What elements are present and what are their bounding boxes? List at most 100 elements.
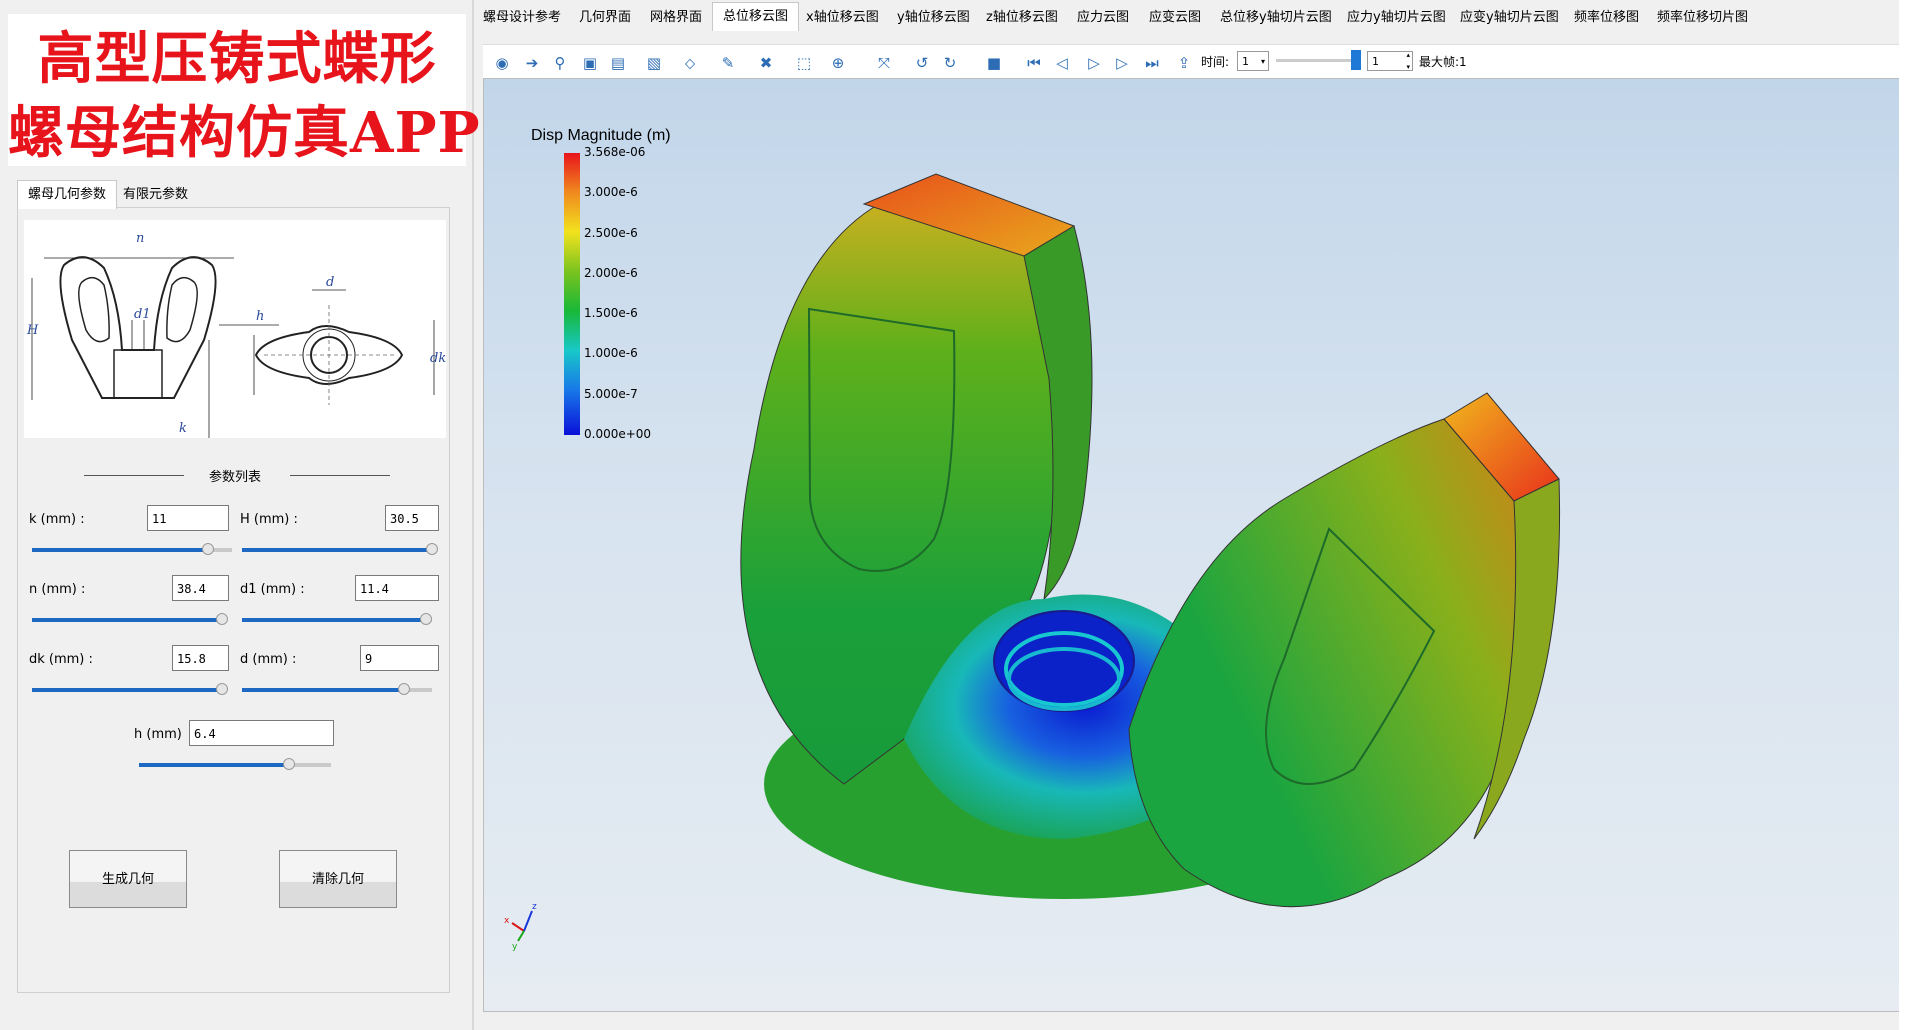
spin-arrows-icon[interactable]: ▴ ▾: [1406, 49, 1410, 73]
render-viewport[interactable]: Disp Magnitude (m) x z y 3.568e-06 3.000e…: [483, 78, 1903, 1012]
play-icon[interactable]: ▷: [1083, 53, 1105, 73]
tab-top-2[interactable]: 网格界面: [650, 4, 702, 32]
param-dk-slider[interactable]: [32, 683, 228, 695]
params-section-title: 参数列表: [80, 466, 390, 485]
last-frame-icon[interactable]: ⏭: [1141, 53, 1163, 73]
param-d1-input[interactable]: 11.4: [355, 575, 439, 601]
param-k-label: k (mm) :: [29, 512, 85, 527]
wing-nut-diagram: n H d1 k h d dk: [24, 220, 446, 440]
tab-top-7[interactable]: 应力云图: [1077, 4, 1129, 32]
legend-tick-2: 2.500e-6: [584, 225, 638, 240]
viewer-toolbar: ◉ ➔ ⚲ ▣ ▤ ▧ ⬦ ✎ ✖ ⬚ ⊕ ⤧ ↺ ↻ ■ ⏮ ◁ ▷ ▷ ⏭ ⇪ 时间: 1 ▾ 1 ▴ ▾ 最大帧:1: [483, 44, 1903, 79]
first-frame-icon[interactable]: ⏮: [1023, 53, 1045, 73]
app-title-line1: 高型压铸式蝶形: [37, 26, 437, 92]
slider-thumb[interactable]: [397, 683, 410, 695]
wing-nut-model[interactable]: Disp Magnitude (m) x z y: [484, 79, 1904, 1013]
legend-tick-3: 2.000e-6: [584, 265, 638, 280]
time-label: 时间:: [1201, 55, 1230, 69]
param-H-slider[interactable]: [242, 543, 438, 555]
frame-spinbox-value: 1: [1372, 55, 1379, 68]
param-H-input[interactable]: 30.5: [385, 505, 439, 531]
param-h-input[interactable]: 6.4: [189, 720, 334, 746]
tab-top-0[interactable]: 螺母设计参考: [483, 4, 561, 32]
diagram-label-d: d: [326, 275, 334, 290]
tab-top-13[interactable]: 频率位移切片图: [1657, 4, 1748, 32]
brush-icon[interactable]: ✎: [717, 53, 739, 73]
camera-icon[interactable]: ◉: [491, 53, 513, 73]
clear-geometry-button[interactable]: 清除几何: [279, 850, 397, 908]
param-h-label: h (mm): [134, 727, 182, 742]
tab-top-11[interactable]: 应变y轴切片云图: [1460, 4, 1559, 32]
tab-top-8[interactable]: 应变云图: [1149, 4, 1201, 32]
param-d1-slider[interactable]: [242, 613, 433, 625]
param-dk-input[interactable]: 15.8: [172, 645, 229, 671]
slider-fill: [242, 548, 432, 552]
axis-label-z: z: [532, 902, 537, 912]
legend-tick-6: 5.000e-7: [584, 386, 638, 401]
frame-spinbox[interactable]: 1 ▴ ▾: [1367, 51, 1413, 71]
param-d-label: d (mm) :: [240, 652, 297, 667]
fit-icon[interactable]: ▣: [579, 53, 601, 73]
frame-slider-thumb[interactable]: [1351, 50, 1361, 70]
legend-tick-1: 3.000e-6: [584, 185, 638, 200]
diagram-label-dk: dk: [430, 351, 446, 366]
export-icon[interactable]: ➔: [521, 53, 543, 73]
tab-nut-geometry[interactable]: 螺母几何参数: [17, 180, 118, 209]
max-frame-label: 最大帧:1: [1419, 55, 1467, 69]
axis-icon[interactable]: ⤧: [873, 53, 895, 73]
app-title-line2: 螺母结构仿真APP: [8, 100, 481, 166]
diagram-label-n: n: [136, 231, 144, 246]
slider-fill: [32, 548, 208, 552]
record-icon[interactable]: ■: [983, 53, 1005, 73]
tab-top-10[interactable]: 应力y轴切片云图: [1347, 4, 1446, 32]
select-icon[interactable]: ⬚: [793, 53, 815, 73]
loop-icon[interactable]: ⇪: [1173, 53, 1195, 73]
generate-geometry-button[interactable]: 生成几何: [69, 850, 187, 908]
param-k-slider[interactable]: [32, 543, 232, 555]
tab-top-4[interactable]: x轴位移云图: [806, 4, 879, 32]
rotate-left-icon[interactable]: ↺: [911, 53, 933, 73]
diagram-label-d1: d1: [134, 307, 151, 322]
folder-icon[interactable]: ▧: [643, 53, 665, 73]
orientation-triad: x z y: [504, 902, 537, 952]
next-frame-icon[interactable]: ▷: [1111, 53, 1133, 73]
filter-icon[interactable]: ⬦: [679, 53, 701, 73]
slider-thumb[interactable]: [202, 543, 214, 555]
tab-top-12[interactable]: 频率位移图: [1574, 4, 1639, 32]
tab-top-6[interactable]: z轴位移云图: [986, 4, 1058, 32]
slider-thumb[interactable]: [282, 758, 295, 770]
param-k-input[interactable]: 11: [147, 505, 229, 531]
rotate-right-icon[interactable]: ↻: [939, 53, 961, 73]
frame-slider[interactable]: [1276, 59, 1356, 62]
axis-label-y: y: [512, 942, 518, 952]
pick-icon[interactable]: ⊕: [827, 53, 849, 73]
diagram-label-k: k: [179, 421, 187, 436]
tab-top-3[interactable]: 总位移云图: [712, 2, 800, 31]
param-d-slider[interactable]: [242, 683, 432, 695]
param-n-input[interactable]: 38.4: [172, 575, 229, 601]
tab-top-5[interactable]: y轴位移云图: [897, 4, 970, 32]
time-select[interactable]: 1 ▾: [1237, 51, 1269, 71]
time-select-value: 1: [1242, 55, 1249, 68]
view-icon[interactable]: ▤: [607, 53, 629, 73]
param-n-slider[interactable]: [32, 613, 228, 625]
prev-frame-icon[interactable]: ◁: [1051, 53, 1073, 73]
diagram-label-h: h: [256, 309, 264, 324]
slider-fill: [139, 763, 289, 767]
legend-tick-0: 3.568e-06: [584, 145, 646, 159]
tab-top-9[interactable]: 总位移y轴切片云图: [1220, 4, 1332, 32]
slider-thumb[interactable]: [426, 543, 438, 555]
legend-tick-7: 0.000e+00: [584, 427, 652, 441]
wing-nut-drawing: n H d1 k h d dk: [26, 231, 446, 440]
zoom-icon[interactable]: ⚲: [549, 53, 571, 73]
delete-icon[interactable]: ✖: [755, 53, 777, 73]
slider-thumb[interactable]: [216, 683, 228, 695]
param-h-slider[interactable]: [139, 758, 331, 770]
chevron-down-icon: ▾: [1260, 57, 1265, 66]
tab-top-1[interactable]: 几何界面: [579, 4, 631, 32]
slider-fill: [32, 618, 222, 622]
param-d-input[interactable]: 9: [360, 645, 439, 671]
slider-thumb[interactable]: [216, 613, 228, 625]
tab-fem-params[interactable]: 有限元参数: [112, 180, 199, 209]
slider-fill: [242, 688, 404, 692]
